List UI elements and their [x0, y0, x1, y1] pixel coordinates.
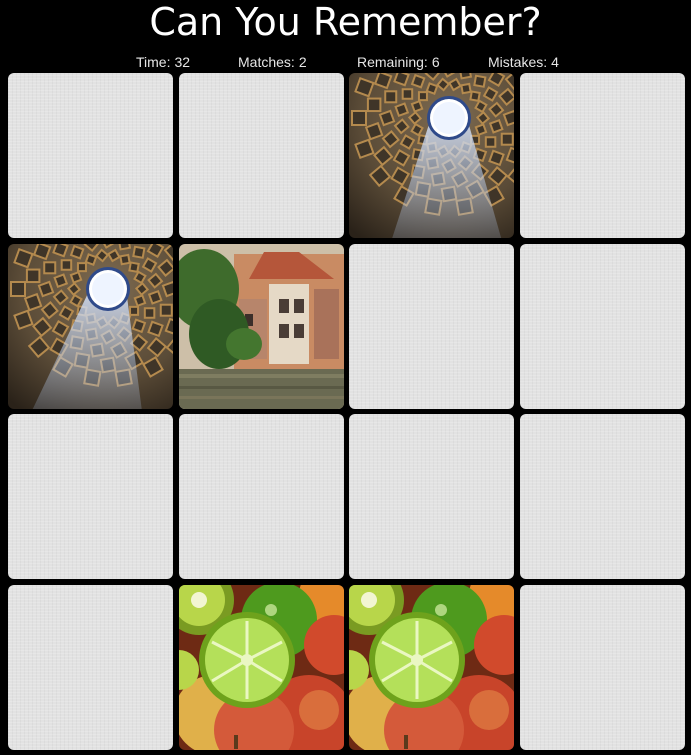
memory-card-pantheon-oculus[interactable]: [8, 243, 173, 409]
pantheon-oculus-image: [8, 243, 173, 409]
mistakes-value: 4: [551, 54, 559, 70]
memory-card-hidden[interactable]: [8, 414, 173, 579]
memory-card-hidden[interactable]: [519, 73, 685, 238]
card-grid: [8, 73, 685, 750]
mistakes-stat: Mistakes: 4: [488, 54, 559, 70]
fruit-limes-apples-image: [349, 584, 514, 750]
memory-card-hidden[interactable]: [8, 73, 173, 238]
memory-card-hidden[interactable]: [349, 243, 514, 409]
matches-stat: Matches: 2: [238, 54, 307, 70]
memory-card-pantheon-oculus[interactable]: [349, 73, 514, 238]
time-label: Time:: [136, 54, 171, 70]
memory-card-hidden[interactable]: [8, 584, 173, 750]
mistakes-label: Mistakes:: [488, 54, 548, 70]
canal-houses-image: [178, 243, 344, 409]
game-title: Can You Remember?: [149, 0, 542, 44]
memory-card-canal-houses[interactable]: [178, 243, 344, 409]
time-value: 32: [174, 54, 191, 70]
memory-card-hidden[interactable]: [519, 414, 685, 579]
matches-value: 2: [298, 54, 307, 70]
remaining-label: Remaining:: [357, 54, 428, 70]
memory-card-hidden[interactable]: [519, 584, 685, 750]
time-stat: Time: 32: [136, 54, 190, 70]
memory-card-hidden[interactable]: [178, 73, 344, 238]
remaining-stat: Remaining: 6: [357, 54, 440, 70]
memory-card-hidden[interactable]: [349, 414, 514, 579]
memory-card-hidden[interactable]: [178, 414, 344, 579]
stats-bar: Time: 32 Matches: 2 Remaining: 6 Mistakes: 4: [0, 54, 691, 72]
memory-card-fruit-limes-apples[interactable]: [349, 584, 514, 750]
pantheon-oculus-image: [349, 73, 514, 238]
memory-card-fruit-limes-apples[interactable]: [178, 584, 344, 750]
remaining-value: 6: [431, 54, 440, 70]
memory-card-hidden[interactable]: [519, 243, 685, 409]
fruit-limes-apples-image: [178, 584, 344, 750]
matches-label: Matches:: [238, 54, 295, 70]
